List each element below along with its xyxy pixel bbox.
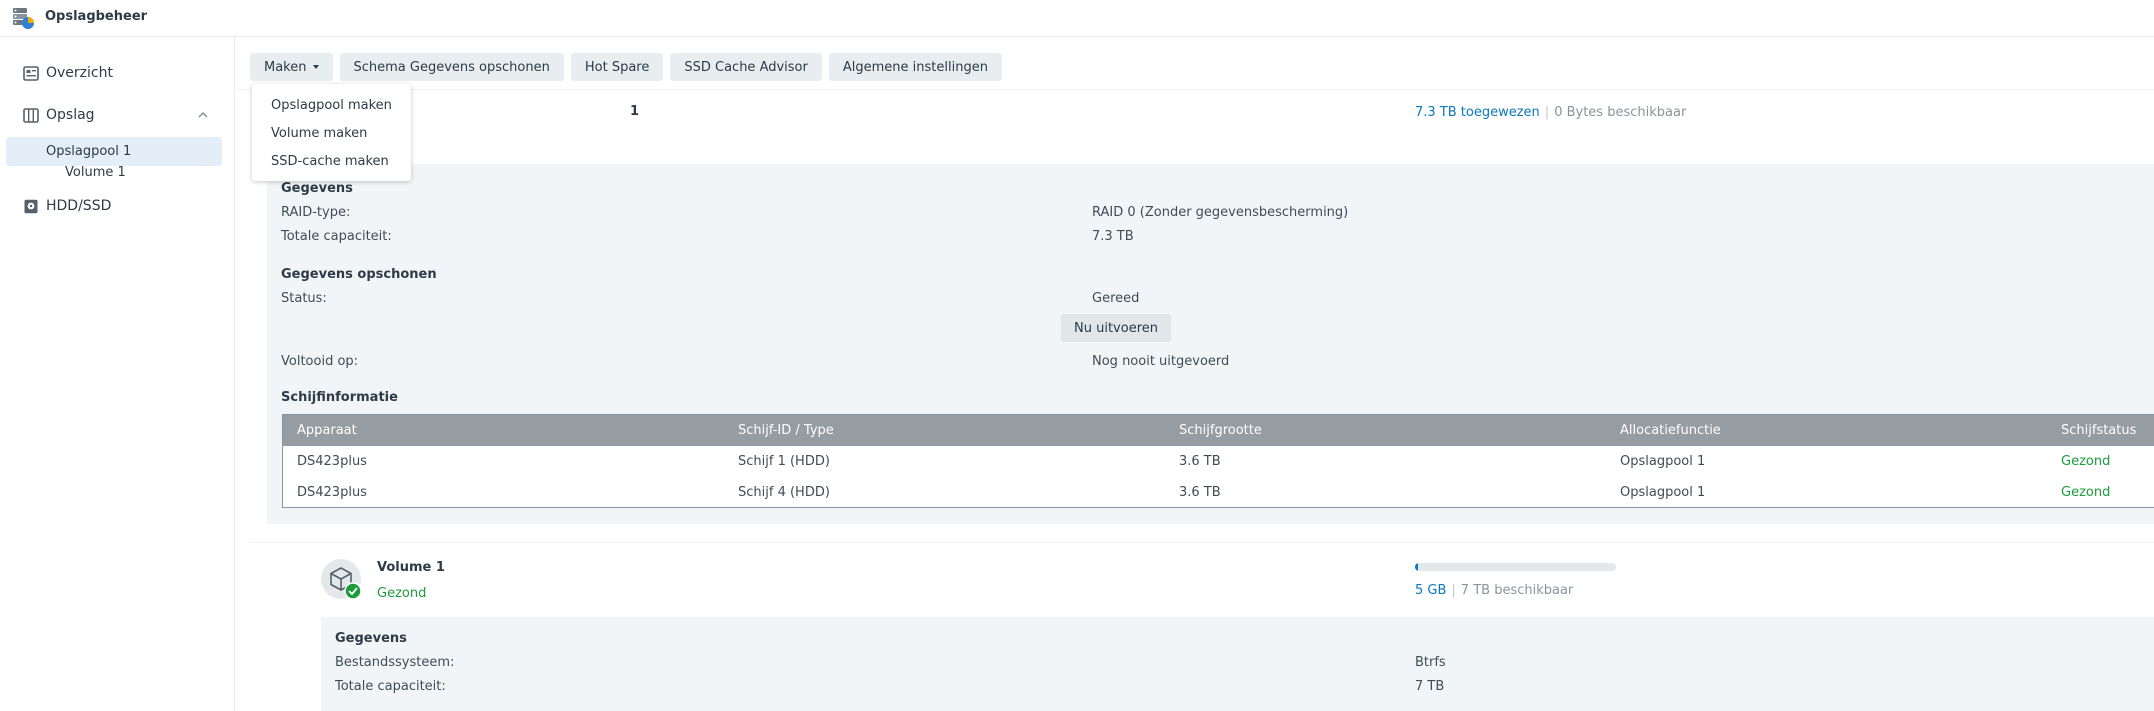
main-content: Maken Schema Gegevens opschonen Hot Spar… bbox=[236, 37, 2154, 711]
cell-disk-size: 3.6 TB bbox=[1179, 485, 1221, 500]
cell-disk-size: 3.6 TB bbox=[1179, 454, 1221, 469]
pool-available: 0 Bytes beschikbaar bbox=[1554, 105, 1687, 120]
storage-icon bbox=[23, 108, 39, 123]
menu-item-create-ssd-cache[interactable]: SSD-cache maken bbox=[252, 147, 411, 175]
pool-info-heading: Gegevens bbox=[281, 181, 353, 196]
cell-disk-status: Gezond bbox=[2061, 454, 2111, 469]
overview-icon bbox=[23, 66, 39, 81]
volume-details-panel: Gegevens Bestandssysteem: Btrfs Totale c… bbox=[321, 617, 2154, 711]
create-button[interactable]: Maken bbox=[250, 53, 333, 81]
run-now-button[interactable]: Nu uitvoeren bbox=[1061, 314, 1171, 342]
toolbar-divider bbox=[236, 89, 2154, 90]
filesystem-value: Btrfs bbox=[1415, 655, 1446, 670]
cell-device: DS423plus bbox=[297, 485, 367, 500]
column-header-disk-size[interactable]: Schijfgrootte bbox=[1179, 423, 1262, 438]
filesystem-label: Bestandssysteem: bbox=[335, 655, 455, 670]
volume-used: 5 GB bbox=[1415, 583, 1447, 598]
cell-device: DS423plus bbox=[297, 454, 367, 469]
column-header-disk-status[interactable]: Schijfstatus bbox=[2061, 423, 2136, 438]
pool-usage-summary: 7.3 TB toegewezen | 0 Bytes beschikbaar bbox=[1415, 105, 1686, 120]
volume-info-heading: Gegevens bbox=[335, 631, 407, 646]
usage-separator: | bbox=[1451, 583, 1456, 598]
sidebar-item-label: Volume 1 bbox=[65, 165, 126, 180]
cell-disk-status: Gezond bbox=[2061, 485, 2111, 500]
column-header-allocation[interactable]: Allocatiefunctie bbox=[1620, 423, 1721, 438]
chevron-up-icon[interactable] bbox=[198, 110, 208, 120]
sidebar-item-label: HDD/SSD bbox=[46, 198, 112, 214]
title-bar: Opslagbeheer bbox=[0, 0, 2154, 37]
cell-disk-id: Schijf 1 (HDD) bbox=[738, 454, 830, 469]
disk-info-heading: Schijfinformatie bbox=[281, 390, 398, 405]
sidebar-item-volume-1[interactable]: Volume 1 bbox=[6, 158, 222, 187]
volume-usage-bar bbox=[1415, 563, 1616, 571]
raid-type-value: RAID 0 (Zonder gegevensbescherming) bbox=[1092, 205, 1349, 220]
sidebar-item-hdd-ssd[interactable]: HDD/SSD bbox=[6, 192, 222, 221]
sidebar-item-storage[interactable]: Opslag bbox=[6, 101, 222, 130]
pool-title: 1 bbox=[630, 104, 640, 119]
cell-allocation: Opslagpool 1 bbox=[1620, 454, 1706, 469]
column-header-device[interactable]: Apparaat bbox=[297, 423, 357, 438]
ssd-cache-advisor-button[interactable]: SSD Cache Advisor bbox=[670, 53, 822, 81]
hdd-icon bbox=[24, 199, 38, 214]
completed-on-label: Voltooid op: bbox=[281, 354, 359, 369]
volume-name: Volume 1 bbox=[377, 560, 445, 575]
sidebar-item-label: Opslagpool 1 bbox=[46, 144, 132, 159]
storage-manager-app-icon bbox=[13, 8, 34, 29]
volume-divider bbox=[250, 542, 2154, 543]
raid-type-label: RAID-type: bbox=[281, 205, 351, 220]
total-capacity-label: Totale capaciteit: bbox=[281, 229, 392, 244]
volume-available: 7 TB beschikbaar bbox=[1460, 583, 1574, 598]
create-dropdown-menu: Opslagpool maken Volume maken SSD-cache … bbox=[252, 84, 411, 181]
general-settings-button[interactable]: Algemene instellingen bbox=[828, 53, 1002, 81]
scrub-heading: Gegevens opschonen bbox=[281, 267, 437, 282]
volume-status: Gezond bbox=[377, 586, 427, 601]
sidebar-item-label: Opslag bbox=[46, 107, 95, 123]
scrub-schedule-button[interactable]: Schema Gegevens opschonen bbox=[339, 53, 564, 81]
disk-table: Apparaat Schijf-ID / Type Schijfgrootte … bbox=[282, 414, 2154, 508]
scrub-status-value: Gereed bbox=[1092, 291, 1140, 306]
volume-capacity-label: Totale capaciteit: bbox=[335, 679, 446, 694]
volume-healthy-icon bbox=[321, 559, 362, 600]
volume-capacity-value: 7 TB bbox=[1415, 679, 1445, 694]
pool-allocated: 7.3 TB toegewezen bbox=[1415, 105, 1540, 120]
hot-spare-button[interactable]: Hot Spare bbox=[570, 53, 664, 81]
create-button-label: Maken bbox=[264, 59, 307, 75]
table-row[interactable]: DS423plus Schijf 4 (HDD) 3.6 TB Opslagpo… bbox=[283, 478, 2154, 509]
usage-separator: | bbox=[1544, 105, 1550, 120]
menu-item-create-storage-pool[interactable]: Opslagpool maken bbox=[252, 91, 411, 119]
scrub-status-label: Status: bbox=[281, 291, 327, 306]
cell-disk-id: Schijf 4 (HDD) bbox=[738, 485, 830, 500]
menu-item-create-volume[interactable]: Volume maken bbox=[252, 119, 411, 147]
caret-down-icon bbox=[312, 65, 319, 69]
volume-usage-bar-fill bbox=[1415, 563, 1418, 571]
table-row[interactable]: DS423plus Schijf 1 (HDD) 3.6 TB Opslagpo… bbox=[283, 447, 2154, 478]
sidebar-item-overview[interactable]: Overzicht bbox=[6, 59, 222, 88]
column-header-disk-id[interactable]: Schijf-ID / Type bbox=[738, 423, 834, 438]
sidebar: Overzicht Opslag Opslagpool 1 Volume 1 H… bbox=[0, 37, 235, 711]
volume-usage-summary: 5 GB | 7 TB beschikbaar bbox=[1415, 583, 1573, 598]
completed-on-value: Nog nooit uitgevoerd bbox=[1092, 354, 1230, 369]
app-title: Opslagbeheer bbox=[45, 9, 148, 24]
sidebar-item-label: Overzicht bbox=[46, 65, 113, 81]
disk-table-header: Apparaat Schijf-ID / Type Schijfgrootte … bbox=[283, 415, 2154, 446]
total-capacity-value: 7.3 TB bbox=[1092, 229, 1134, 244]
cell-allocation: Opslagpool 1 bbox=[1620, 485, 1706, 500]
toolbar: Maken Schema Gegevens opschonen Hot Spar… bbox=[250, 53, 1002, 81]
